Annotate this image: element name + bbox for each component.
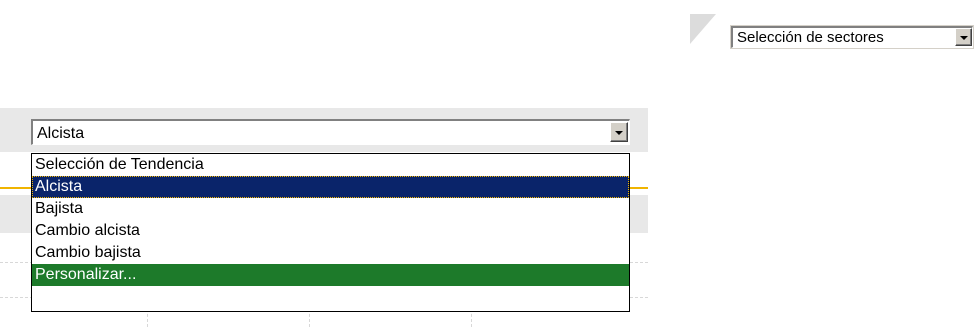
corner-decoration <box>690 14 716 44</box>
trend-option-personalizar[interactable]: Personalizar... <box>32 264 629 286</box>
app-canvas: Selección de sectores Alcista Selección … <box>0 0 977 327</box>
sector-select[interactable]: Selección de sectores <box>730 25 974 49</box>
trend-select-value: Alcista <box>37 125 85 142</box>
trend-option-cambio-alcista[interactable]: Cambio alcista <box>32 220 629 242</box>
chevron-down-icon <box>959 36 968 40</box>
trend-option-cambio-bajista[interactable]: Cambio bajista <box>32 242 629 264</box>
trend-select-dropdown-button[interactable] <box>610 122 628 142</box>
trend-option-placeholder[interactable]: Selección de Tendencia <box>32 154 629 176</box>
sector-select-value: Selección de sectores <box>737 29 884 46</box>
sector-select-dropdown-button[interactable] <box>955 28 972 46</box>
trend-select[interactable]: Alcista <box>31 119 630 145</box>
trend-option-alcista[interactable]: Alcista <box>32 176 629 198</box>
chevron-down-icon <box>615 131 623 135</box>
trend-dropdown-list: Selección de Tendencia Alcista Bajista C… <box>31 153 630 312</box>
trend-option-bajista[interactable]: Bajista <box>32 198 629 220</box>
